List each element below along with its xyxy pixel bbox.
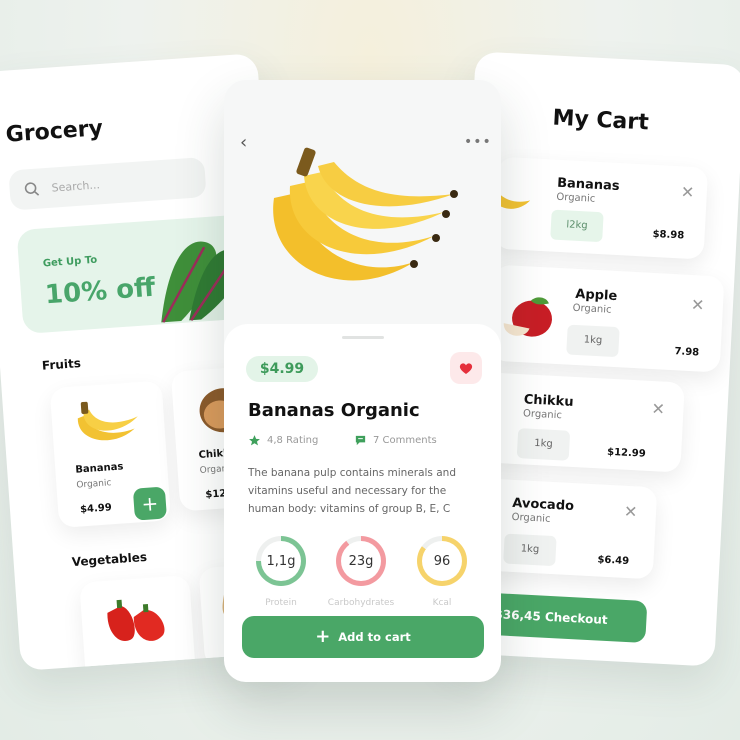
rating: 4,8 Rating: [248, 434, 318, 447]
cart-item-chikku[interactable]: Chikku Organic 1kg $12.99 ✕: [476, 372, 685, 473]
carbohydrates-ring: 23g: [336, 536, 386, 586]
fruit-name: Bananas: [75, 461, 124, 476]
checkout-button[interactable]: $36,45 Checkout: [475, 592, 648, 644]
protein-label: Protein: [265, 598, 297, 608]
sheet-handle[interactable]: [342, 336, 384, 339]
cart-item-apple[interactable]: Apple Organic 1kg 7.98 ✕: [489, 264, 725, 373]
back-arrow-icon[interactable]: ‹: [240, 132, 247, 153]
fruit-card-bananas[interactable]: Bananas Organic $4.99 +: [49, 380, 172, 528]
comments-link[interactable]: 7 Comments: [354, 434, 437, 447]
add-button[interactable]: +: [132, 486, 167, 521]
plus-icon: +: [140, 491, 160, 517]
close-icon[interactable]: ✕: [680, 182, 694, 202]
add-to-cart-label: Add to cart: [338, 630, 411, 644]
protein-ring: 1,1g: [256, 536, 306, 586]
quantity-field[interactable]: 1kg: [516, 428, 571, 461]
kcal-label: Kcal: [432, 598, 452, 608]
vegetable-card-pepper[interactable]: [79, 575, 196, 671]
pepper-image: [107, 599, 165, 641]
item-sub: Organic: [522, 408, 563, 422]
fruit-price: $4.99: [79, 502, 113, 516]
apple-image: [503, 297, 553, 337]
protein-value: 1,1g: [266, 553, 296, 569]
product-price: $4.99: [246, 356, 318, 382]
search-input[interactable]: Search...: [8, 156, 207, 211]
search-placeholder: Search...: [51, 177, 101, 195]
carbohydrates-label: Carbohydrates: [327, 598, 395, 608]
heart-icon: [459, 362, 473, 374]
favorite-button[interactable]: [450, 352, 482, 384]
vegetables-heading: Vegetables: [71, 549, 148, 570]
carbohydrates-value: 23g: [348, 553, 374, 569]
bananas-hero-image: [273, 147, 458, 281]
promo-line1: Get Up To: [42, 254, 98, 270]
plus-icon: +: [315, 626, 331, 647]
close-icon[interactable]: ✕: [624, 502, 638, 522]
kcal-ring: 96: [417, 536, 467, 586]
cart-title: My Cart: [551, 105, 650, 136]
star-icon: [249, 435, 260, 446]
comments-text: 7 Comments: [373, 435, 437, 446]
item-price: $8.98: [652, 228, 685, 242]
fruit-sub: Organic: [76, 478, 112, 491]
banana-image: [77, 401, 138, 441]
quantity-field[interactable]: 1kg: [566, 324, 620, 358]
more-options-icon[interactable]: •••: [464, 134, 492, 150]
item-sub: Organic: [511, 511, 551, 525]
item-name: Apple: [574, 286, 618, 305]
quantity-field[interactable]: l2kg: [550, 209, 604, 243]
product-detail-screen: ‹ ••• $4.99 Bananas Organic 4,8 Rating 7…: [224, 80, 501, 682]
close-icon[interactable]: ✕: [651, 399, 665, 419]
item-price: $12.99: [606, 446, 646, 460]
fruits-heading: Fruits: [41, 356, 82, 373]
add-to-cart-button[interactable]: + Add to cart: [242, 616, 484, 658]
product-description: The banana pulp contains minerals and vi…: [248, 467, 456, 515]
comment-icon: [355, 435, 366, 446]
cart-item-bananas[interactable]: Bananas Organic l2kg $8.98 ✕: [490, 156, 709, 260]
item-name: Chikku: [523, 392, 574, 410]
item-price: 7.98: [674, 346, 700, 359]
product-info-sheet: $4.99 Bananas Organic 4,8 Rating 7 Comme…: [224, 324, 501, 682]
close-icon[interactable]: ✕: [690, 295, 704, 315]
search-icon: [24, 182, 40, 196]
rating-text: 4,8 Rating: [267, 435, 319, 446]
grocery-title: Grocery: [4, 115, 104, 148]
item-sub: Organic: [572, 302, 612, 316]
kcal-value: 96: [433, 553, 451, 569]
item-sub: Organic: [556, 191, 596, 205]
quantity-field[interactable]: 1kg: [503, 533, 557, 567]
product-name: Bananas Organic: [248, 400, 420, 421]
item-price: $6.49: [597, 554, 630, 568]
